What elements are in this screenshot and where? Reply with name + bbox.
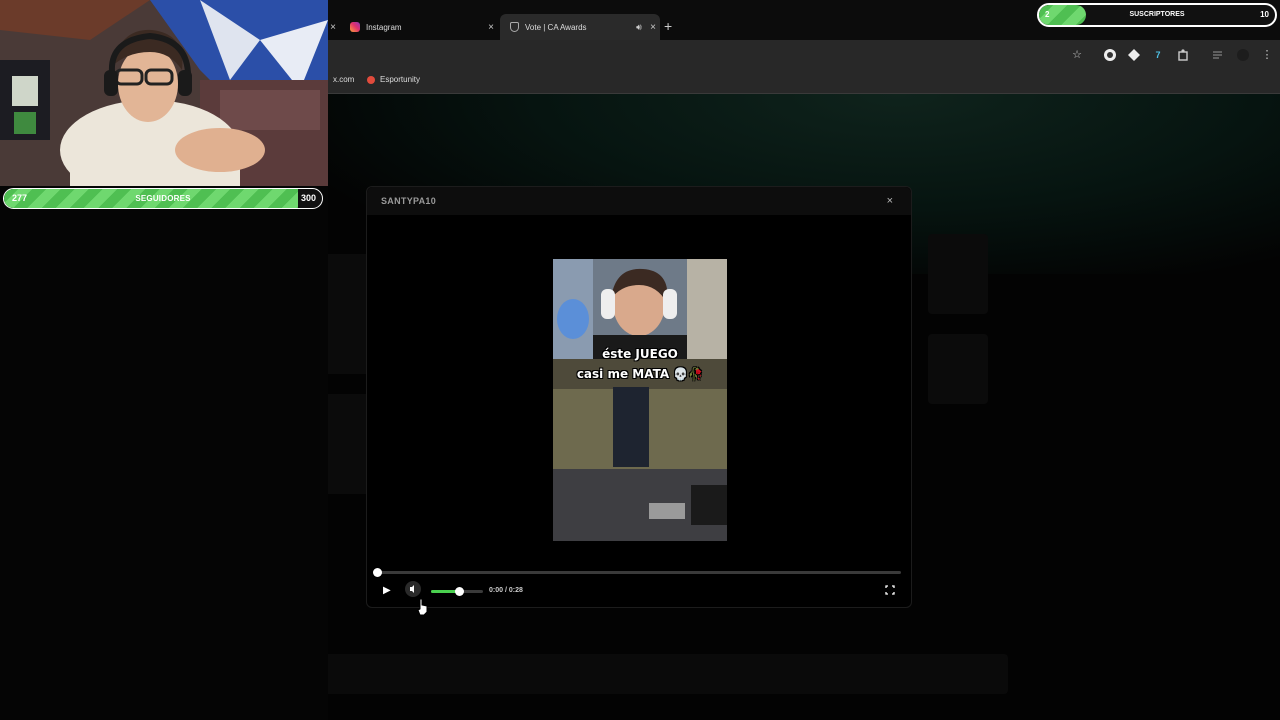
bookmark-esportunity[interactable]: Esportunity [367,75,420,84]
extension-circle-icon[interactable] [1103,48,1117,62]
followers-goal: 300 [300,193,316,203]
media-queue-icon[interactable] [1211,48,1225,62]
subscribers-label: SUSCRIPTORES [1129,11,1185,18]
instagram-icon [350,22,360,32]
bookmark-star-icon[interactable]: ☆ [1070,48,1084,62]
video-frame[interactable]: éste JUEGO casi me MATA 💀🥀 [553,259,727,541]
close-icon[interactable]: × [887,195,893,207]
tab-label: Vote | CA Awards [525,22,587,32]
followers-label: SEGUIDORES [135,194,191,203]
webcam-feed [0,0,328,186]
play-icon[interactable]: ▶ [383,585,391,596]
subscribers-goal-bar: 2 SUSCRIPTORES 10 [1037,3,1277,27]
progress-handle[interactable] [373,568,382,577]
background-card [928,334,988,404]
profile-avatar-icon[interactable] [1236,48,1250,62]
browser-toolbar: ☆ 7 ⋮ [328,40,1280,71]
esportunity-icon [367,75,375,84]
mouse-cursor-icon [417,598,429,621]
bookmarks-bar: x.com Esportunity [328,71,1280,94]
tab-vote-ca-awards[interactable]: Vote | CA Awards 🔊︎ × [500,14,660,40]
modal-title: SANTYPA10 [381,196,437,206]
fullscreen-icon[interactable] [885,585,895,598]
tab-close-icon[interactable]: × [646,22,660,33]
modal-header: SANTYPA10 × [367,187,911,215]
video-progress-bar[interactable] [373,568,901,577]
tab-instagram[interactable]: Instagram × [340,14,498,40]
background-card [928,234,988,314]
menu-kebab-icon[interactable]: ⋮ [1260,48,1274,62]
volume-slider[interactable] [431,587,483,596]
shield-icon [510,22,519,32]
stream-background [0,210,328,720]
tab-close-icon[interactable]: × [484,22,498,33]
extensions-puzzle-icon[interactable] [1176,48,1190,62]
video-caption: éste JUEGO [602,347,678,361]
volume-handle[interactable] [455,587,464,596]
video-time: 0:00 / 0:28 [489,587,523,594]
subscribers-goal: 10 [1260,10,1269,19]
extension-diamond-icon[interactable] [1127,48,1141,62]
speaker-icon[interactable]: 🔊︎ [632,22,646,33]
followers-goal-bar: 277 SEGUIDORES 300 [3,188,323,209]
video-caption: casi me MATA 💀🥀 [576,367,704,381]
tab-close-partial[interactable]: × [328,14,338,40]
bookmark-x[interactable]: x.com [333,75,354,84]
background-card [328,654,1008,694]
extension-7tv-icon[interactable]: 7 [1151,48,1165,62]
video-modal: SANTYPA10 × éste JUEGO casi me MATA 💀🥀 ▶… [366,186,912,608]
new-tab-button[interactable]: + [664,18,672,34]
screen: 277 SEGUIDORES 300 × Instagram × Vote | … [0,0,1280,720]
tab-label: Instagram [366,22,402,32]
